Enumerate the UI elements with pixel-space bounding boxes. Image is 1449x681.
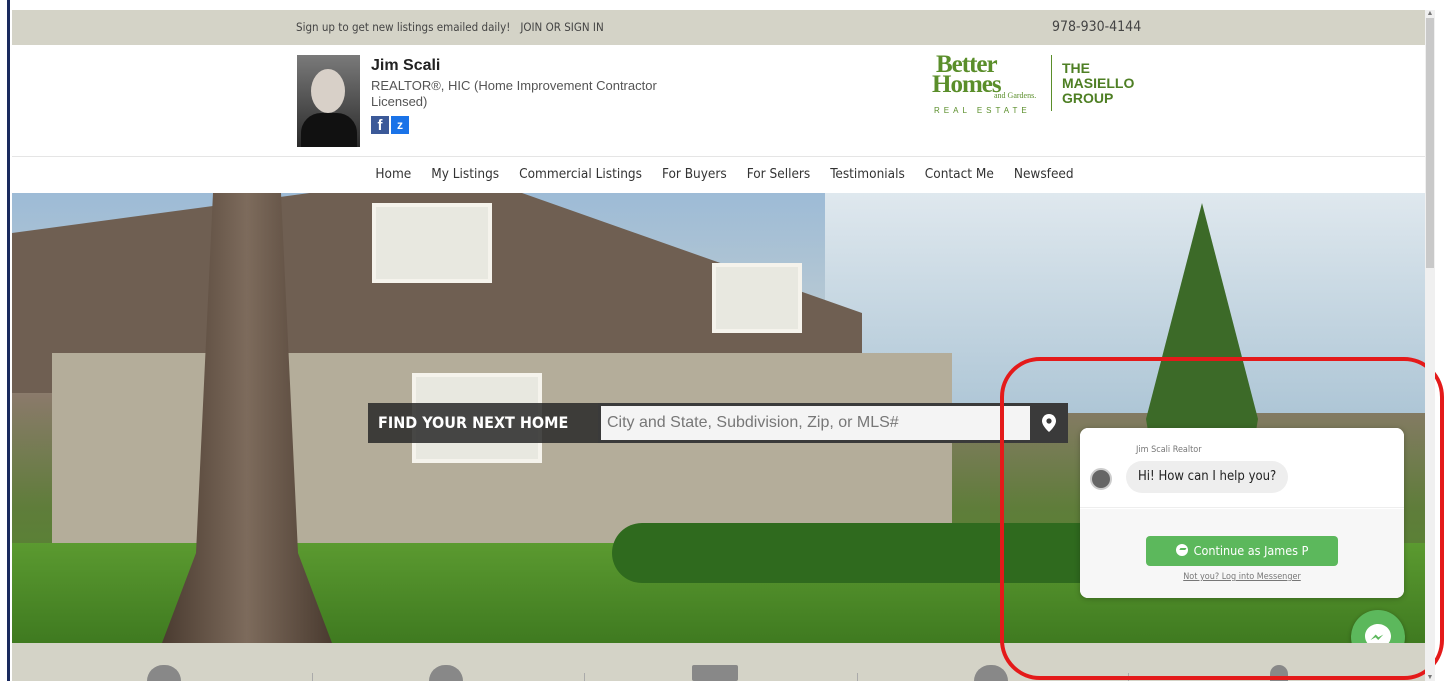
nav-my-listings[interactable]: My Listings	[431, 157, 499, 193]
bottom-map-pin-icon[interactable]	[974, 665, 1008, 681]
signup-text: Sign up to get new listings emailed dail…	[296, 20, 511, 34]
bhg-logo[interactable]: Better Homes and Gardens. REAL ESTATE	[930, 51, 1050, 117]
bottom-sign-icon[interactable]	[692, 665, 738, 681]
main-nav: Home My Listings Commercial Listings For…	[12, 157, 1425, 193]
signup-prompt: Sign up to get new listings emailed dail…	[296, 20, 604, 34]
chat-message: Hi! How can I help you?	[1126, 461, 1289, 493]
group-line-1: THE	[1062, 60, 1090, 76]
continue-label: Continue as James P	[1193, 543, 1309, 558]
bottom-divider	[1128, 673, 1129, 681]
bottom-divider	[584, 673, 585, 681]
phone-number[interactable]: 978-930-4144	[1052, 19, 1141, 35]
bottom-divider	[857, 673, 858, 681]
agent-face	[311, 69, 345, 113]
bottom-icon-bar	[12, 643, 1425, 681]
messenger-chat-widget: Jim Scali Realtor Hi! How can I help you…	[1080, 428, 1404, 598]
bottom-divider	[312, 673, 313, 681]
group-line-2: MASIELLO	[1062, 75, 1135, 91]
agent-body	[301, 113, 357, 147]
scroll-down-icon[interactable]: ▼	[1425, 674, 1435, 681]
bottom-search-icon[interactable]	[147, 665, 181, 681]
group-name: THE MASIELLO GROUP	[1062, 61, 1134, 106]
nav-for-buyers[interactable]: For Buyers	[662, 157, 727, 193]
top-bar: Sign up to get new listings emailed dail…	[12, 10, 1425, 45]
bhg-logo-line4: REAL ESTATE	[934, 106, 1031, 115]
chat-header: Jim Scali Realtor Hi! How can I help you…	[1080, 428, 1404, 508]
chat-footer: Continue as James P Not you? Log into Me…	[1080, 509, 1404, 598]
map-pin-icon[interactable]	[1030, 403, 1068, 443]
log-into-messenger-link[interactable]: Not you? Log into Messenger	[1080, 572, 1404, 582]
bottom-home-icon[interactable]	[429, 665, 463, 681]
logo-divider	[1051, 55, 1052, 111]
or-text: OR	[545, 20, 561, 34]
agent-name: Jim Scali	[371, 57, 441, 74]
social-links: f z	[371, 116, 409, 134]
group-line-3: GROUP	[1062, 90, 1114, 106]
agent-photo	[297, 55, 360, 147]
hero-window	[372, 203, 492, 283]
header: Jim Scali REALTOR®, HIC (Home Improvemen…	[12, 45, 1425, 157]
browser-page: Sign up to get new listings emailed dail…	[0, 0, 1449, 681]
chat-sender: Jim Scali Realtor	[1136, 445, 1202, 455]
bhg-logo-line2: Homes	[932, 71, 1002, 98]
facebook-icon[interactable]: f	[371, 116, 389, 134]
chat-avatar	[1090, 468, 1112, 490]
continue-as-button[interactable]: Continue as James P	[1146, 536, 1338, 566]
scrollbar[interactable]: ▲ ▼	[1425, 10, 1435, 681]
nav-home[interactable]: Home	[375, 157, 411, 193]
search-label: FIND YOUR NEXT HOME	[368, 403, 598, 443]
scroll-thumb[interactable]	[1426, 18, 1434, 268]
zillow-icon[interactable]: z	[391, 116, 409, 134]
hero-window	[712, 263, 802, 333]
home-search: FIND YOUR NEXT HOME	[368, 403, 1068, 443]
nav-newsfeed[interactable]: Newsfeed	[1014, 157, 1074, 193]
scroll-up-icon[interactable]: ▲	[1425, 10, 1435, 17]
join-link[interactable]: JOIN	[520, 20, 542, 34]
sign-in-link[interactable]: SIGN IN	[564, 20, 603, 34]
bottom-person-icon[interactable]	[1270, 665, 1288, 681]
nav-commercial-listings[interactable]: Commercial Listings	[519, 157, 642, 193]
agent-title: REALTOR®, HIC (Home Improvement Contract…	[371, 78, 657, 109]
bhg-logo-line3: and Gardens.	[994, 91, 1037, 100]
search-input[interactable]	[598, 403, 1030, 443]
nav-testimonials[interactable]: Testimonials	[830, 157, 905, 193]
window-edge	[0, 0, 10, 681]
nav-contact-me[interactable]: Contact Me	[925, 157, 994, 193]
messenger-icon	[1175, 544, 1188, 556]
nav-for-sellers[interactable]: For Sellers	[747, 157, 811, 193]
